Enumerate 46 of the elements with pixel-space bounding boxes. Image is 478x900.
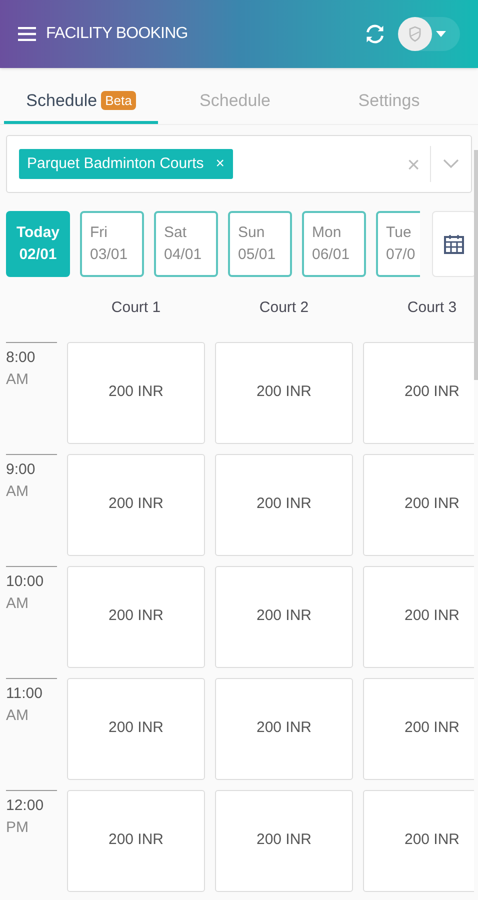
date-button[interactable]: Tue 07/0 [376,211,420,277]
caret-icon [436,31,446,37]
period-label: PM [6,818,30,838]
slot-cell[interactable]: 200 INR [363,678,474,780]
slot-cell[interactable]: 200 INR [215,454,353,556]
date-button[interactable]: Sat 04/01 [154,211,218,277]
avatar-icon [398,17,432,51]
time-label: 11:00 [6,684,44,704]
calendar-button[interactable] [432,211,476,277]
scrollbar[interactable] [474,150,478,380]
slot-cell[interactable]: 200 INR [67,342,205,444]
menu-icon[interactable] [18,27,36,41]
period-label: AM [6,370,30,390]
court-heading: Court 2 [258,298,310,318]
slot-cell[interactable]: 200 INR [215,678,353,780]
slot-cell[interactable]: 200 INR [67,790,205,892]
beta-badge: Beta [101,90,136,110]
account-menu-button[interactable] [398,17,460,51]
chevron-down-icon[interactable] [443,159,459,169]
slot-cell[interactable]: 200 INR [67,566,205,668]
date-button[interactable]: Mon 06/01 [302,211,366,277]
app-title: FACILITY BOOKING [46,24,188,44]
court-heading: Court 3 [406,298,458,318]
time-label: 8:00 [6,348,36,368]
court-heading: Court 1 [110,298,162,318]
period-label: AM [6,482,30,502]
calendar-icon [444,234,464,254]
slot-cell[interactable]: 200 INR [67,454,205,556]
period-label: AM [6,706,30,726]
slot-cell[interactable]: 200 INR [215,790,353,892]
date-button[interactable]: Sun 05/01 [228,211,292,277]
date-button[interactable]: Fri 03/01 [80,211,144,277]
slot-cell[interactable]: 200 INR [363,566,474,668]
tab[interactable]: Schedule Beta [4,80,158,124]
refresh-icon[interactable] [364,23,386,45]
period-label: AM [6,594,30,614]
slot-cell[interactable]: 200 INR [215,566,353,668]
slot-cell[interactable]: 200 INR [363,790,474,892]
facility-tag: Parquet Badminton Courts × [19,149,233,179]
slot-cell[interactable]: 200 INR [363,454,474,556]
time-label: 9:00 [6,460,36,480]
time-label: 12:00 [6,796,45,816]
time-label: 10:00 [6,572,45,592]
slot-cell[interactable]: 200 INR [67,678,205,780]
slot-cell[interactable]: 200 INR [215,342,353,444]
slot-cell[interactable]: 200 INR [363,342,474,444]
